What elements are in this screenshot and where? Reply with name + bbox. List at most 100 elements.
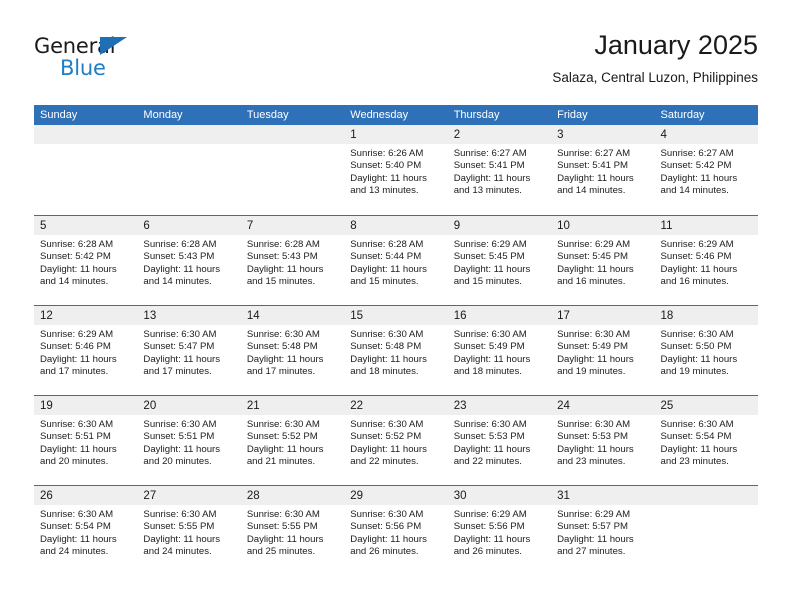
- sunrise-text: Sunrise: 6:29 AM: [557, 239, 631, 250]
- calendar-day-cell-empty: [654, 486, 758, 575]
- daylight-text-line1: Daylight: 11 hours: [246, 443, 324, 455]
- daylight-text-line2: and 20 minutes.: [143, 455, 212, 467]
- daylight-text-line1: Daylight: 11 hours: [660, 443, 738, 455]
- day-number-band: 26: [34, 486, 138, 505]
- daylight-text-line2: and 16 minutes.: [557, 275, 626, 287]
- day-number-band: 7: [240, 216, 345, 235]
- day-number: 27: [143, 490, 157, 502]
- calendar-day-cell[interactable]: 6 Sunrise: 6:28 AM Sunset: 5:43 PM Daylight…: [137, 216, 241, 305]
- sunset-text: Sunset: 5:52 PM: [350, 431, 422, 443]
- daylight-text-line1: Daylight: 11 hours: [660, 353, 738, 365]
- calendar-day-cell[interactable]: 9 Sunrise: 6:29 AM Sunset: 5:45 PM Daylight…: [447, 216, 552, 305]
- daylight-text-line2: and 17 minutes.: [246, 365, 316, 377]
- daylight-text-line2: and 13 minutes.: [453, 184, 522, 196]
- daylight-text-line2: and 13 minutes.: [350, 184, 419, 196]
- sunset-text: Sunset: 5:51 PM: [143, 431, 215, 443]
- daylight-text-line2: and 17 minutes.: [40, 365, 109, 377]
- calendar-day-cell[interactable]: 21 Sunrise: 6:30 AM Sunset: 5:52 PM Dayligh…: [240, 396, 345, 485]
- calendar-day-cell[interactable]: 20 Sunrise: 6:30 AM Sunset: 5:51 PM Dayligh…: [137, 396, 241, 485]
- calendar-page: General Blue January 2025 Salaza, Centra…: [0, 0, 792, 612]
- daylight-text-line1: Daylight: 11 hours: [246, 263, 324, 275]
- calendar-day-cell[interactable]: 22 Sunrise: 6:30 AM Sunset: 5:52 PM Dayligh…: [344, 396, 448, 485]
- calendar-day-cell[interactable]: 17 Sunrise: 6:30 AM Sunset: 5:49 PM Dayligh…: [551, 306, 655, 395]
- calendar-day-cell[interactable]: 18 Sunrise: 6:30 AM Sunset: 5:50 PM Dayligh…: [654, 306, 758, 395]
- calendar-day-cell[interactable]: 4 Sunrise: 6:27 AM Sunset: 5:42 PM Daylight…: [654, 125, 758, 215]
- day-number-band: 2: [447, 125, 552, 144]
- daylight-text-line1: Daylight: 11 hours: [246, 353, 324, 365]
- sunset-text: Sunset: 5:43 PM: [143, 251, 215, 263]
- sunset-text: Sunset: 5:48 PM: [350, 341, 422, 353]
- sunrise-text: Sunrise: 6:29 AM: [453, 239, 527, 250]
- calendar-day-cell[interactable]: 13 Sunrise: 6:30 AM Sunset: 5:47 PM Dayligh…: [137, 306, 241, 395]
- day-details: Sunrise: 6:30 AM Sunset: 5:54 PM Daylight:…: [34, 505, 137, 558]
- calendar-day-cell[interactable]: 16 Sunrise: 6:30 AM Sunset: 5:49 PM Dayligh…: [447, 306, 552, 395]
- day-details: Sunrise: 6:30 AM Sunset: 5:54 PM Daylight:…: [655, 415, 758, 468]
- calendar-day-cell[interactable]: 19 Sunrise: 6:30 AM Sunset: 5:51 PM Dayligh…: [34, 396, 138, 485]
- day-details: Sunrise: 6:30 AM Sunset: 5:49 PM Daylight:…: [448, 325, 551, 378]
- daylight-text-line2: and 14 minutes.: [557, 184, 626, 196]
- calendar-day-cell[interactable]: 2 Sunrise: 6:27 AM Sunset: 5:41 PM Daylight…: [447, 125, 552, 215]
- daylight-text-line1: Daylight: 11 hours: [660, 263, 738, 275]
- weekday-header-wednesday: Wednesday: [350, 109, 409, 121]
- calendar-day-cell[interactable]: 5 Sunrise: 6:28 AM Sunset: 5:42 PM Daylight…: [34, 216, 138, 305]
- day-number: 6: [143, 220, 150, 232]
- day-details: Sunrise: 6:30 AM Sunset: 5:50 PM Daylight:…: [655, 325, 758, 378]
- daylight-text-line2: and 14 minutes.: [143, 275, 212, 287]
- daylight-text-line1: Daylight: 11 hours: [557, 533, 634, 545]
- daylight-text-line2: and 22 minutes.: [453, 455, 522, 467]
- day-number-band: 29: [344, 486, 448, 505]
- daylight-text-line2: and 27 minutes.: [557, 545, 626, 557]
- day-details: Sunrise: 6:30 AM Sunset: 5:52 PM Daylight:…: [344, 415, 447, 468]
- day-details: Sunrise: 6:30 AM Sunset: 5:51 PM Daylight:…: [137, 415, 240, 468]
- daylight-text-line1: Daylight: 11 hours: [660, 172, 738, 184]
- calendar-day-cell[interactable]: 11 Sunrise: 6:29 AM Sunset: 5:46 PM Dayligh…: [654, 216, 758, 305]
- daylight-text-line1: Daylight: 11 hours: [40, 263, 117, 275]
- sunrise-text: Sunrise: 6:30 AM: [660, 329, 734, 340]
- daylight-text-line1: Daylight: 11 hours: [143, 443, 221, 455]
- daylight-text-line2: and 14 minutes.: [660, 184, 729, 196]
- calendar-day-cell[interactable]: 12 Sunrise: 6:29 AM Sunset: 5:46 PM Dayligh…: [34, 306, 138, 395]
- weekday-header-thursday: Thursday: [453, 109, 500, 121]
- calendar-day-cell[interactable]: 26 Sunrise: 6:30 AM Sunset: 5:54 PM Dayligh…: [34, 486, 138, 575]
- calendar-day-cell[interactable]: 15 Sunrise: 6:30 AM Sunset: 5:48 PM Dayligh…: [344, 306, 448, 395]
- day-number: 11: [660, 220, 673, 232]
- calendar-day-cell-empty: [34, 125, 138, 215]
- calendar-day-cell[interactable]: 24 Sunrise: 6:30 AM Sunset: 5:53 PM Dayligh…: [551, 396, 655, 485]
- day-number: 28: [246, 490, 260, 502]
- calendar-day-cell[interactable]: 3 Sunrise: 6:27 AM Sunset: 5:41 PM Daylight…: [551, 125, 655, 215]
- calendar-day-cell[interactable]: 30 Sunrise: 6:29 AM Sunset: 5:56 PM Dayligh…: [447, 486, 552, 575]
- sunrise-text: Sunrise: 6:30 AM: [660, 419, 734, 430]
- calendar-day-cell[interactable]: 28 Sunrise: 6:30 AM Sunset: 5:55 PM Dayligh…: [240, 486, 345, 575]
- day-details: Sunrise: 6:28 AM Sunset: 5:42 PM Daylight:…: [34, 235, 137, 288]
- calendar-day-cell[interactable]: 23 Sunrise: 6:30 AM Sunset: 5:53 PM Dayligh…: [447, 396, 552, 485]
- calendar-day-cell[interactable]: 25 Sunrise: 6:30 AM Sunset: 5:54 PM Dayligh…: [654, 396, 758, 485]
- daylight-text-line2: and 19 minutes.: [660, 365, 729, 377]
- day-number-band: 20: [137, 396, 241, 415]
- day-number-band: 25: [654, 396, 758, 415]
- day-number: 13: [143, 310, 157, 322]
- calendar-day-cell[interactable]: 8 Sunrise: 6:28 AM Sunset: 5:44 PM Daylight…: [344, 216, 448, 305]
- calendar-day-cell[interactable]: 7 Sunrise: 6:28 AM Sunset: 5:43 PM Daylight…: [240, 216, 345, 305]
- day-number-band: 17: [551, 306, 655, 325]
- calendar-day-cell[interactable]: 27 Sunrise: 6:30 AM Sunset: 5:55 PM Dayligh…: [137, 486, 241, 575]
- day-number-band: 18: [654, 306, 758, 325]
- day-number-band: 28: [240, 486, 345, 505]
- calendar-day-cell[interactable]: 1 Sunrise: 6:26 AM Sunset: 5:40 PM Daylight…: [344, 125, 448, 215]
- day-details: Sunrise: 6:29 AM Sunset: 5:46 PM Daylight:…: [655, 235, 758, 288]
- calendar-day-cell[interactable]: 31 Sunrise: 6:29 AM Sunset: 5:57 PM Dayligh…: [551, 486, 655, 575]
- day-number: 4: [660, 129, 667, 141]
- calendar-week-row: 5 Sunrise: 6:28 AM Sunset: 5:42 PM Daylight…: [34, 215, 758, 305]
- calendar-day-cell[interactable]: 10 Sunrise: 6:29 AM Sunset: 5:45 PM Dayligh…: [551, 216, 655, 305]
- day-number-band: [137, 125, 241, 144]
- calendar-day-cell[interactable]: 14 Sunrise: 6:30 AM Sunset: 5:48 PM Dayligh…: [240, 306, 345, 395]
- day-number: 31: [557, 490, 570, 502]
- day-details: Sunrise: 6:30 AM Sunset: 5:48 PM Daylight:…: [241, 325, 344, 378]
- sunset-text: Sunset: 5:46 PM: [40, 341, 111, 353]
- sunrise-text: Sunrise: 6:30 AM: [246, 329, 320, 340]
- daylight-text-line1: Daylight: 11 hours: [453, 172, 531, 184]
- calendar-day-cell[interactable]: 29 Sunrise: 6:30 AM Sunset: 5:56 PM Dayligh…: [344, 486, 448, 575]
- day-number: 18: [660, 310, 674, 322]
- day-number-band: 27: [137, 486, 241, 505]
- day-number: 12: [40, 310, 53, 322]
- day-number: 21: [246, 400, 260, 412]
